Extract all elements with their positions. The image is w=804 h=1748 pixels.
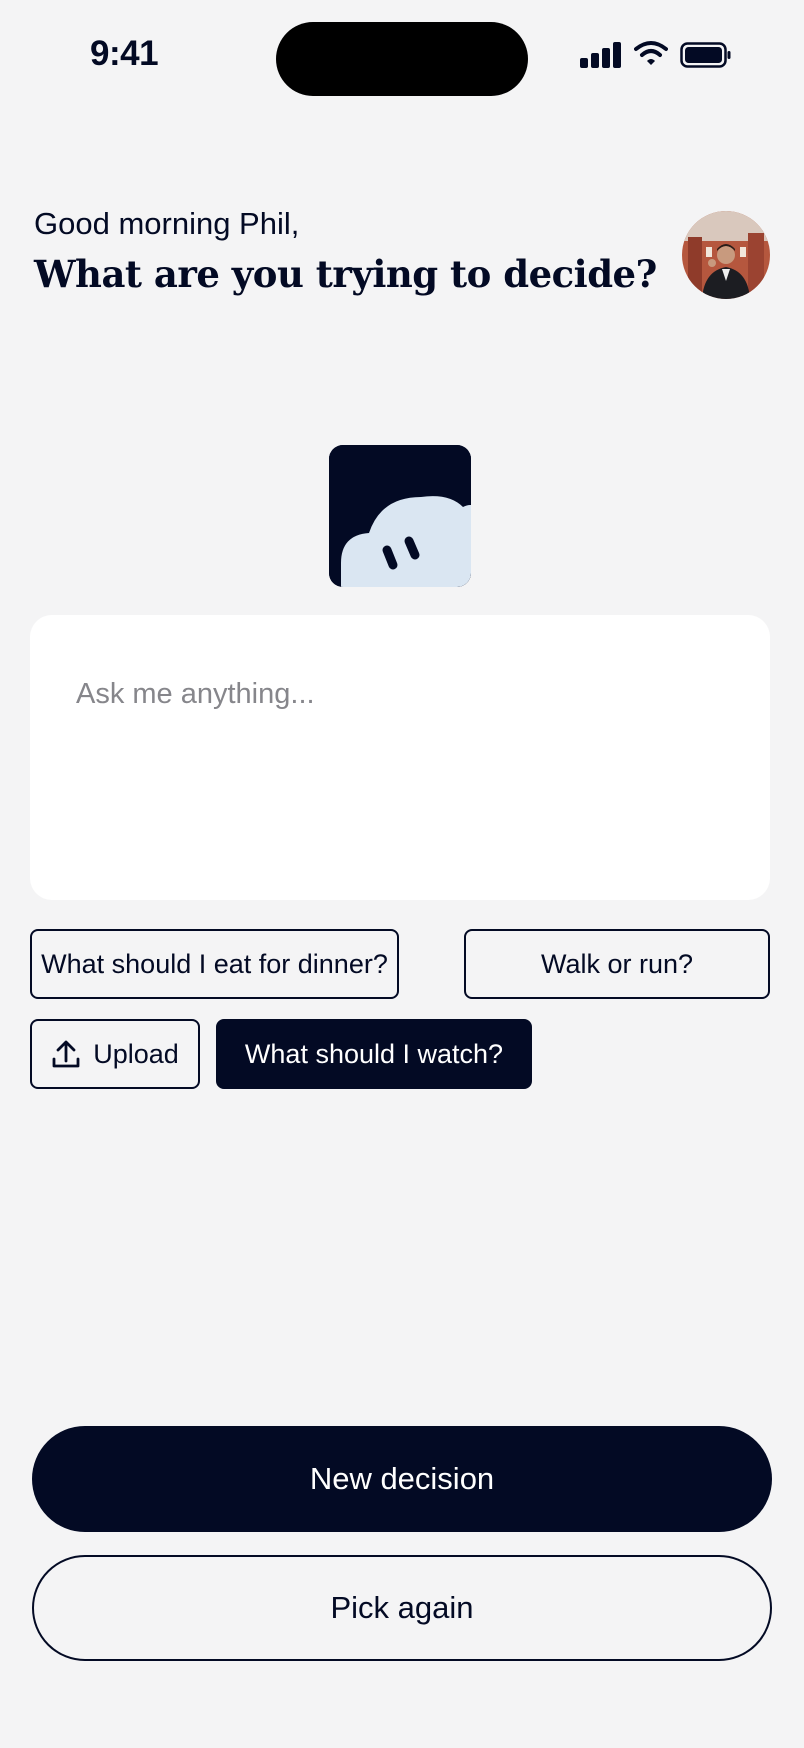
suggestion-watch-label: What should I watch? bbox=[244, 1038, 504, 1069]
greeting-text: Good morning Phil, bbox=[34, 206, 300, 241]
suggestion-dinner-chip[interactable]: What should I eat for dinner? bbox=[30, 929, 399, 999]
app-screen: 9:41 Good morning Phil, What are you try… bbox=[0, 0, 804, 1748]
suggestion-watch-chip[interactable]: What should I watch? bbox=[216, 1019, 532, 1089]
pick-again-label: Pick again bbox=[330, 1590, 474, 1625]
suggestion-dinner-label: What should I eat for dinner? bbox=[41, 948, 388, 979]
suggestion-walk-label: Walk or run? bbox=[540, 948, 694, 979]
upload-icon bbox=[52, 1040, 80, 1068]
suggestion-walk-chip[interactable]: Walk or run? bbox=[464, 929, 770, 999]
page-title: What are you trying to decide? bbox=[34, 252, 657, 296]
new-decision-button[interactable]: New decision bbox=[32, 1426, 772, 1532]
avatar[interactable] bbox=[682, 211, 770, 299]
ask-card bbox=[30, 615, 770, 900]
dynamic-island bbox=[276, 22, 528, 96]
wifi-icon bbox=[634, 41, 668, 65]
upload-label: Upload bbox=[93, 1038, 179, 1069]
pick-again-button[interactable]: Pick again bbox=[32, 1555, 772, 1661]
cloud-mascot-icon bbox=[329, 445, 471, 587]
cellular-signal-icon bbox=[580, 42, 622, 68]
ask-input[interactable] bbox=[74, 677, 728, 712]
battery-icon bbox=[680, 42, 731, 68]
new-decision-label: New decision bbox=[309, 1461, 495, 1496]
upload-button[interactable]: Upload bbox=[30, 1019, 200, 1089]
status-time: 9:41 bbox=[90, 34, 159, 73]
